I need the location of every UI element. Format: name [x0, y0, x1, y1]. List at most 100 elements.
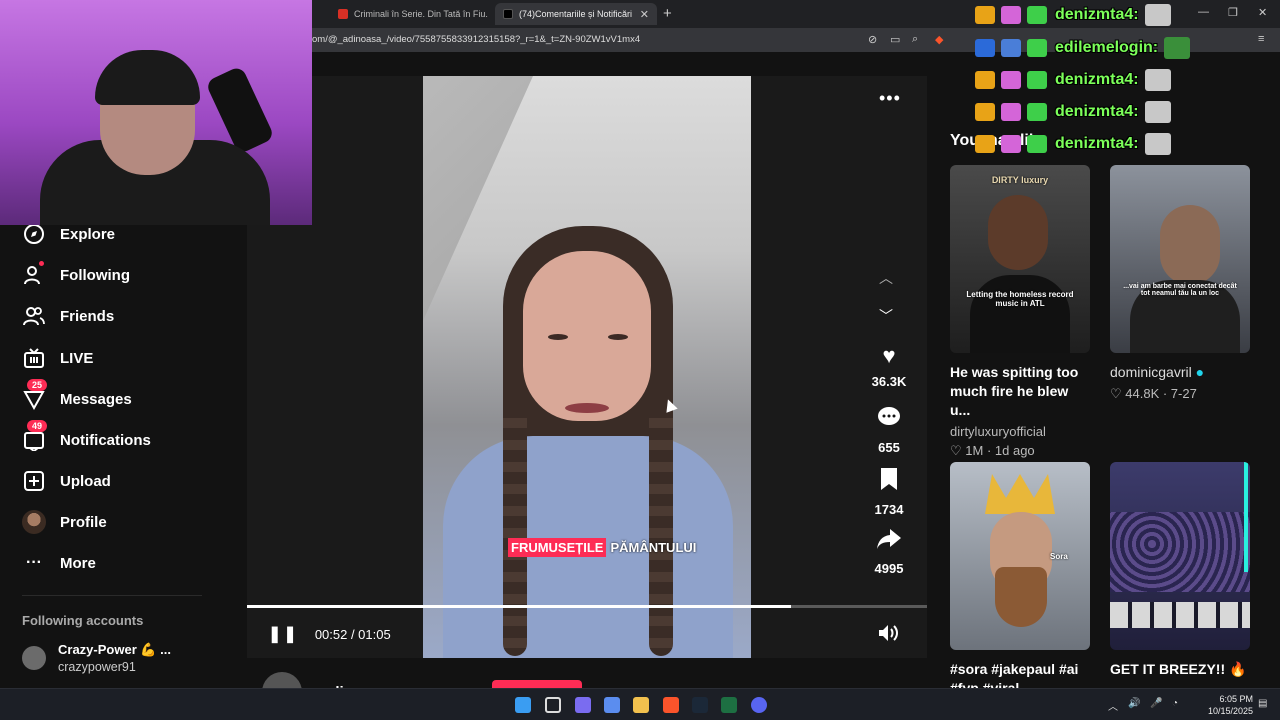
tray-chevron-icon[interactable]: ︿: [1108, 698, 1118, 713]
comment-button[interactable]: 655: [867, 405, 911, 455]
thumbnail-text: ...vai am barbe mai conectat decât tot n…: [1123, 283, 1237, 297]
tray-mic-icon[interactable]: 🎤: [1150, 698, 1162, 709]
new-tab-button[interactable]: +: [663, 5, 672, 22]
tracking-off-icon[interactable]: ⊘: [868, 33, 877, 46]
notification-center-icon[interactable]: ▤: [1258, 698, 1267, 709]
comment-count: 655: [878, 440, 900, 455]
close-tab-icon[interactable]: ✕: [640, 8, 649, 21]
sidebar-item-upload[interactable]: Upload: [22, 469, 111, 493]
sidebar-item-label: Upload: [60, 472, 111, 490]
sidebar-item-label: Explore: [60, 225, 116, 243]
gift-badge-icon: [1027, 71, 1047, 89]
task-view-icon[interactable]: [545, 697, 561, 713]
excel-icon[interactable]: [721, 697, 737, 713]
chat-username: edilemelogin:: [1055, 39, 1159, 56]
windows-start-icon[interactable]: [515, 697, 531, 713]
sidebar-item-live[interactable]: LIVE: [22, 346, 93, 370]
recommended-video[interactable]: Sora #sora #jakepaul #ai #fyp #viral: [950, 462, 1090, 698]
gift-badge-icon: [1027, 6, 1047, 24]
heart-outline-icon: ♡: [1110, 386, 1126, 401]
taskbar-clock[interactable]: 6:05 PM 10/15/2025: [1205, 693, 1253, 717]
sidebar-item-profile[interactable]: Profile: [22, 510, 107, 534]
recommended-video[interactable]: DIRTY luxury Letting the homeless record…: [950, 165, 1090, 459]
tab-view-icon[interactable]: ▭: [890, 33, 900, 46]
like-button[interactable]: ♥ 36.3K: [867, 343, 911, 390]
ghost-badge-icon: [1001, 103, 1021, 121]
more-options-icon[interactable]: •••: [879, 88, 901, 109]
next-video-icon[interactable]: ﹀: [879, 306, 893, 326]
recommended-video-author: dominicgavril ●: [1110, 363, 1250, 382]
tab-label: Criminali în Serie. Din Tată în Fiu. De: [354, 9, 490, 19]
heart-outline-icon: ♡: [950, 443, 966, 458]
brave-shield-icon[interactable]: ◆: [935, 33, 943, 46]
menu-icon[interactable]: ≡: [1258, 33, 1264, 45]
gift-badge-icon: [1027, 39, 1047, 57]
video-person-mouth: [565, 403, 609, 413]
author-name: dominicgavril: [1110, 364, 1192, 380]
sidebar-item-label: Friends: [60, 307, 115, 325]
previous-video-icon[interactable]: ︿: [879, 268, 893, 288]
sidebar-item-notifications[interactable]: 49 Notifications: [22, 420, 151, 452]
sidebar-item-label: Notifications: [60, 431, 151, 449]
following-accounts-header: Following accounts: [22, 613, 144, 628]
sidebar-item-messages[interactable]: 25 Messages: [22, 379, 132, 411]
discord-icon[interactable]: [751, 697, 767, 713]
sidebar-item-explore[interactable]: Explore: [22, 222, 115, 246]
ghost-badge-icon: [1001, 71, 1021, 89]
chat-username: denizmta4:: [1055, 103, 1139, 120]
video-progress-bar[interactable]: [247, 605, 927, 608]
steam-icon[interactable]: [692, 697, 708, 713]
heart-icon: ♥: [882, 343, 896, 368]
sidebar-divider: [22, 595, 202, 596]
sidebar-item-label: Following: [60, 266, 130, 284]
share-button[interactable]: 4995: [867, 528, 911, 576]
chat-message: denizmta4:: [975, 2, 1171, 28]
brave-browser-icon[interactable]: [663, 697, 679, 713]
recommended-video[interactable]: GET IT BREEZY!! 🔥: [1110, 462, 1250, 679]
browser-tab-2-active[interactable]: (74)Comentariile și Notificări ✕: [495, 3, 657, 25]
upload-icon: [22, 469, 46, 493]
gift-badge-icon: [1027, 103, 1047, 121]
chat-emote: [1144, 101, 1171, 123]
save-button[interactable]: 1734: [867, 467, 911, 517]
windows-taskbar: ︿ 🔊 🎤 ◔ 6:05 PM 10/15/2025 ▤: [0, 688, 1280, 720]
video-person-eye: [548, 334, 568, 340]
sidebar-item-more[interactable]: ··· More: [22, 551, 96, 575]
tray-audio-icon[interactable]: 🔊: [1128, 698, 1140, 709]
video-person-braid: [503, 406, 527, 656]
crown-badge-icon: [975, 103, 995, 121]
close-window-icon[interactable]: ✕: [1258, 6, 1267, 19]
file-explorer-icon[interactable]: [633, 697, 649, 713]
recommended-video[interactable]: ...vai am barbe mai conectat decât tot n…: [1110, 165, 1250, 402]
pause-button[interactable]: ❚❚: [268, 624, 299, 644]
caption-highlight: FRUMUSEȚILE: [508, 538, 607, 557]
account-handle: crazypower91: [58, 660, 136, 674]
browser-tab-1[interactable]: Criminali în Serie. Din Tată în Fiu. De: [330, 3, 490, 25]
zoom-icon[interactable]: ⌕: [912, 33, 918, 46]
video-thumbnail: ...vai am barbe mai conectat decât tot n…: [1110, 165, 1250, 353]
account-name: Crazy-Power 💪 ...: [58, 642, 171, 657]
bookmark-icon: [867, 467, 911, 496]
video-progress-fill: [247, 605, 791, 608]
tray-network-icon[interactable]: ◔: [1172, 698, 1178, 709]
like-count: 36.3K: [871, 374, 907, 389]
volume-icon[interactable]: [878, 624, 900, 646]
following-account-item[interactable]: Crazy-Power 💪 ... crazypower91: [22, 642, 171, 674]
copilot-icon[interactable]: [575, 697, 591, 713]
sidebar-item-label: More: [60, 554, 96, 572]
crown-badge-icon: [975, 71, 995, 89]
messages-badge: 25: [27, 379, 48, 391]
video-person-face: [523, 251, 651, 421]
restore-icon[interactable]: ❐: [1228, 6, 1238, 19]
url-field[interactable]: om/@_adinoasa_/video/7558755833912315158…: [312, 34, 640, 45]
chat-username: denizmta4:: [1055, 135, 1139, 152]
video-person-braid: [649, 406, 673, 656]
video-player[interactable]: [423, 76, 751, 658]
minimize-icon[interactable]: —: [1198, 6, 1209, 18]
sidebar-item-friends[interactable]: Friends: [22, 304, 114, 328]
sidebar-item-following[interactable]: Following: [22, 261, 130, 287]
sidebar-item-label: LIVE: [60, 349, 94, 367]
thumbnail-text: Sora: [1050, 552, 1068, 561]
m365-icon[interactable]: [604, 697, 620, 713]
chat-username: denizmta4:: [1055, 6, 1139, 23]
